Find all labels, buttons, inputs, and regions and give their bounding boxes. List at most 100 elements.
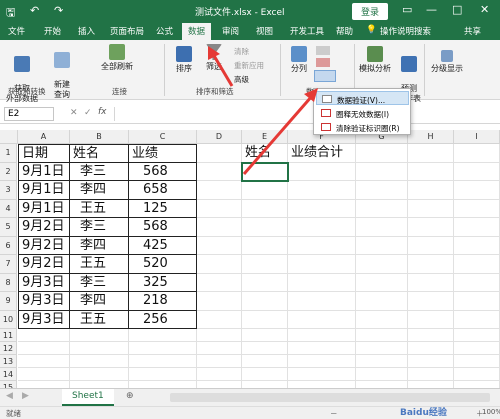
grid-cell[interactable]	[288, 255, 356, 274]
row-header[interactable]: 6	[0, 236, 17, 255]
grid-cell[interactable]	[408, 144, 454, 163]
row-header[interactable]: 7	[0, 255, 17, 274]
grid-cell[interactable]	[356, 218, 408, 237]
enter-icon[interactable]: ✓	[84, 108, 92, 118]
grid-cell[interactable]	[408, 368, 454, 381]
row-header[interactable]: 2	[0, 162, 17, 181]
grid-cell[interactable]	[288, 310, 356, 329]
table-cell[interactable]: 王五	[70, 255, 129, 274]
grid-cell[interactable]	[197, 368, 242, 381]
table-cell[interactable]: 李四	[70, 181, 129, 200]
grid-cell[interactable]	[197, 355, 242, 368]
grid-cell[interactable]	[408, 273, 454, 292]
grid-cell[interactable]	[242, 310, 288, 329]
redo-icon[interactable]: ↷	[54, 4, 63, 17]
login-button[interactable]: 登录	[352, 3, 389, 20]
grid-cell[interactable]	[454, 236, 500, 255]
menu-item-circle-invalid[interactable]: 圈释无效数据(I)	[316, 106, 409, 120]
table-cell[interactable]: 9月1日	[18, 181, 70, 200]
name-box[interactable]: E2	[4, 107, 54, 121]
name-header-cell[interactable]: 姓名	[242, 144, 288, 163]
table-cell[interactable]: 425	[129, 236, 197, 255]
grid-cell[interactable]	[454, 329, 500, 342]
grid-cell[interactable]	[242, 199, 288, 218]
table-cell[interactable]: 568	[129, 218, 197, 237]
what-if-analysis-button[interactable]: 模拟分析	[358, 46, 392, 74]
tab-formulas[interactable]: 公式	[156, 25, 173, 37]
grid-cell[interactable]	[454, 273, 500, 292]
row-header[interactable]: 8	[0, 273, 17, 292]
outline-button[interactable]: 分级显示	[428, 50, 466, 74]
grid-cell[interactable]	[454, 144, 500, 163]
grid-cell[interactable]	[242, 255, 288, 274]
grid-cell[interactable]	[18, 368, 70, 381]
tab-page-layout[interactable]: 页面布局	[110, 25, 144, 37]
grid-cell[interactable]	[408, 342, 454, 355]
grid-cell[interactable]	[197, 255, 242, 274]
total-header-cell[interactable]: 业绩合计	[288, 144, 356, 163]
column-header[interactable]: I	[454, 130, 500, 144]
table-cell[interactable]: 9月1日	[18, 199, 70, 218]
grid-cell[interactable]	[129, 368, 197, 381]
grid-cell[interactable]	[197, 181, 242, 200]
add-sheet-icon[interactable]: ⊕	[126, 391, 134, 401]
row-header[interactable]: 5	[0, 218, 17, 237]
grid-cell[interactable]	[288, 273, 356, 292]
zoom-level[interactable]: 100%	[482, 408, 500, 416]
grid-cell[interactable]	[18, 329, 70, 342]
grid-cell[interactable]	[408, 255, 454, 274]
row-header[interactable]: 14	[0, 368, 17, 381]
grid-cell[interactable]	[356, 181, 408, 200]
tab-developer[interactable]: 开发工具	[290, 25, 324, 37]
grid-cell[interactable]	[408, 181, 454, 200]
grid-cell[interactable]	[197, 292, 242, 311]
table-cell[interactable]: 9月1日	[18, 162, 70, 181]
close-button[interactable]: ✕	[480, 3, 489, 16]
grid-cell[interactable]	[356, 355, 408, 368]
tab-view[interactable]: 视图	[256, 25, 273, 37]
row-header[interactable]: 12	[0, 342, 17, 355]
grid-cell[interactable]	[18, 342, 70, 355]
row-header[interactable]: 10	[0, 310, 17, 329]
table-cell[interactable]: 325	[129, 273, 197, 292]
grid-cell[interactable]	[129, 355, 197, 368]
tab-data[interactable]: 数据	[182, 23, 212, 40]
data-validation-dropdown[interactable]	[314, 70, 336, 82]
table-cell[interactable]: 李三	[70, 162, 129, 181]
grid-cell[interactable]	[288, 218, 356, 237]
grid-cell[interactable]	[197, 329, 242, 342]
row-header[interactable]: 13	[0, 355, 17, 368]
table-cell[interactable]: 658	[129, 181, 197, 200]
grid-cell[interactable]	[356, 236, 408, 255]
row-header[interactable]: 1	[0, 144, 17, 163]
grid-cell[interactable]	[242, 218, 288, 237]
grid-cell[interactable]	[288, 355, 356, 368]
row-header[interactable]: 4	[0, 199, 17, 218]
grid-cell[interactable]	[454, 162, 500, 181]
fx-icon[interactable]: fx	[98, 107, 107, 117]
table-cell[interactable]: 568	[129, 162, 197, 181]
table-header-cell[interactable]: 姓名	[70, 144, 129, 163]
horizontal-scrollbar[interactable]	[170, 393, 490, 402]
grid-cell[interactable]	[408, 162, 454, 181]
tab-home[interactable]: 开始	[44, 25, 61, 37]
grid-cell[interactable]	[242, 355, 288, 368]
row-header[interactable]: 3	[0, 181, 17, 200]
grid-cell[interactable]	[197, 199, 242, 218]
column-header[interactable]: H	[408, 130, 454, 144]
grid-cell[interactable]	[408, 310, 454, 329]
grid-cell[interactable]	[356, 162, 408, 181]
table-cell[interactable]: 9月2日	[18, 218, 70, 237]
grid-cell[interactable]	[408, 218, 454, 237]
grid-cell[interactable]	[454, 355, 500, 368]
formula-input[interactable]	[114, 107, 494, 121]
column-header[interactable]: B	[70, 130, 129, 144]
filter-button[interactable]: 筛选	[200, 44, 228, 72]
grid-cell[interactable]	[288, 181, 356, 200]
new-query-button[interactable]: 新建 查询	[48, 42, 76, 100]
grid-cell[interactable]	[454, 218, 500, 237]
grid-cell[interactable]	[70, 329, 129, 342]
grid-cell[interactable]	[454, 368, 500, 381]
tab-insert[interactable]: 插入	[78, 25, 95, 37]
grid-cell[interactable]	[288, 292, 356, 311]
